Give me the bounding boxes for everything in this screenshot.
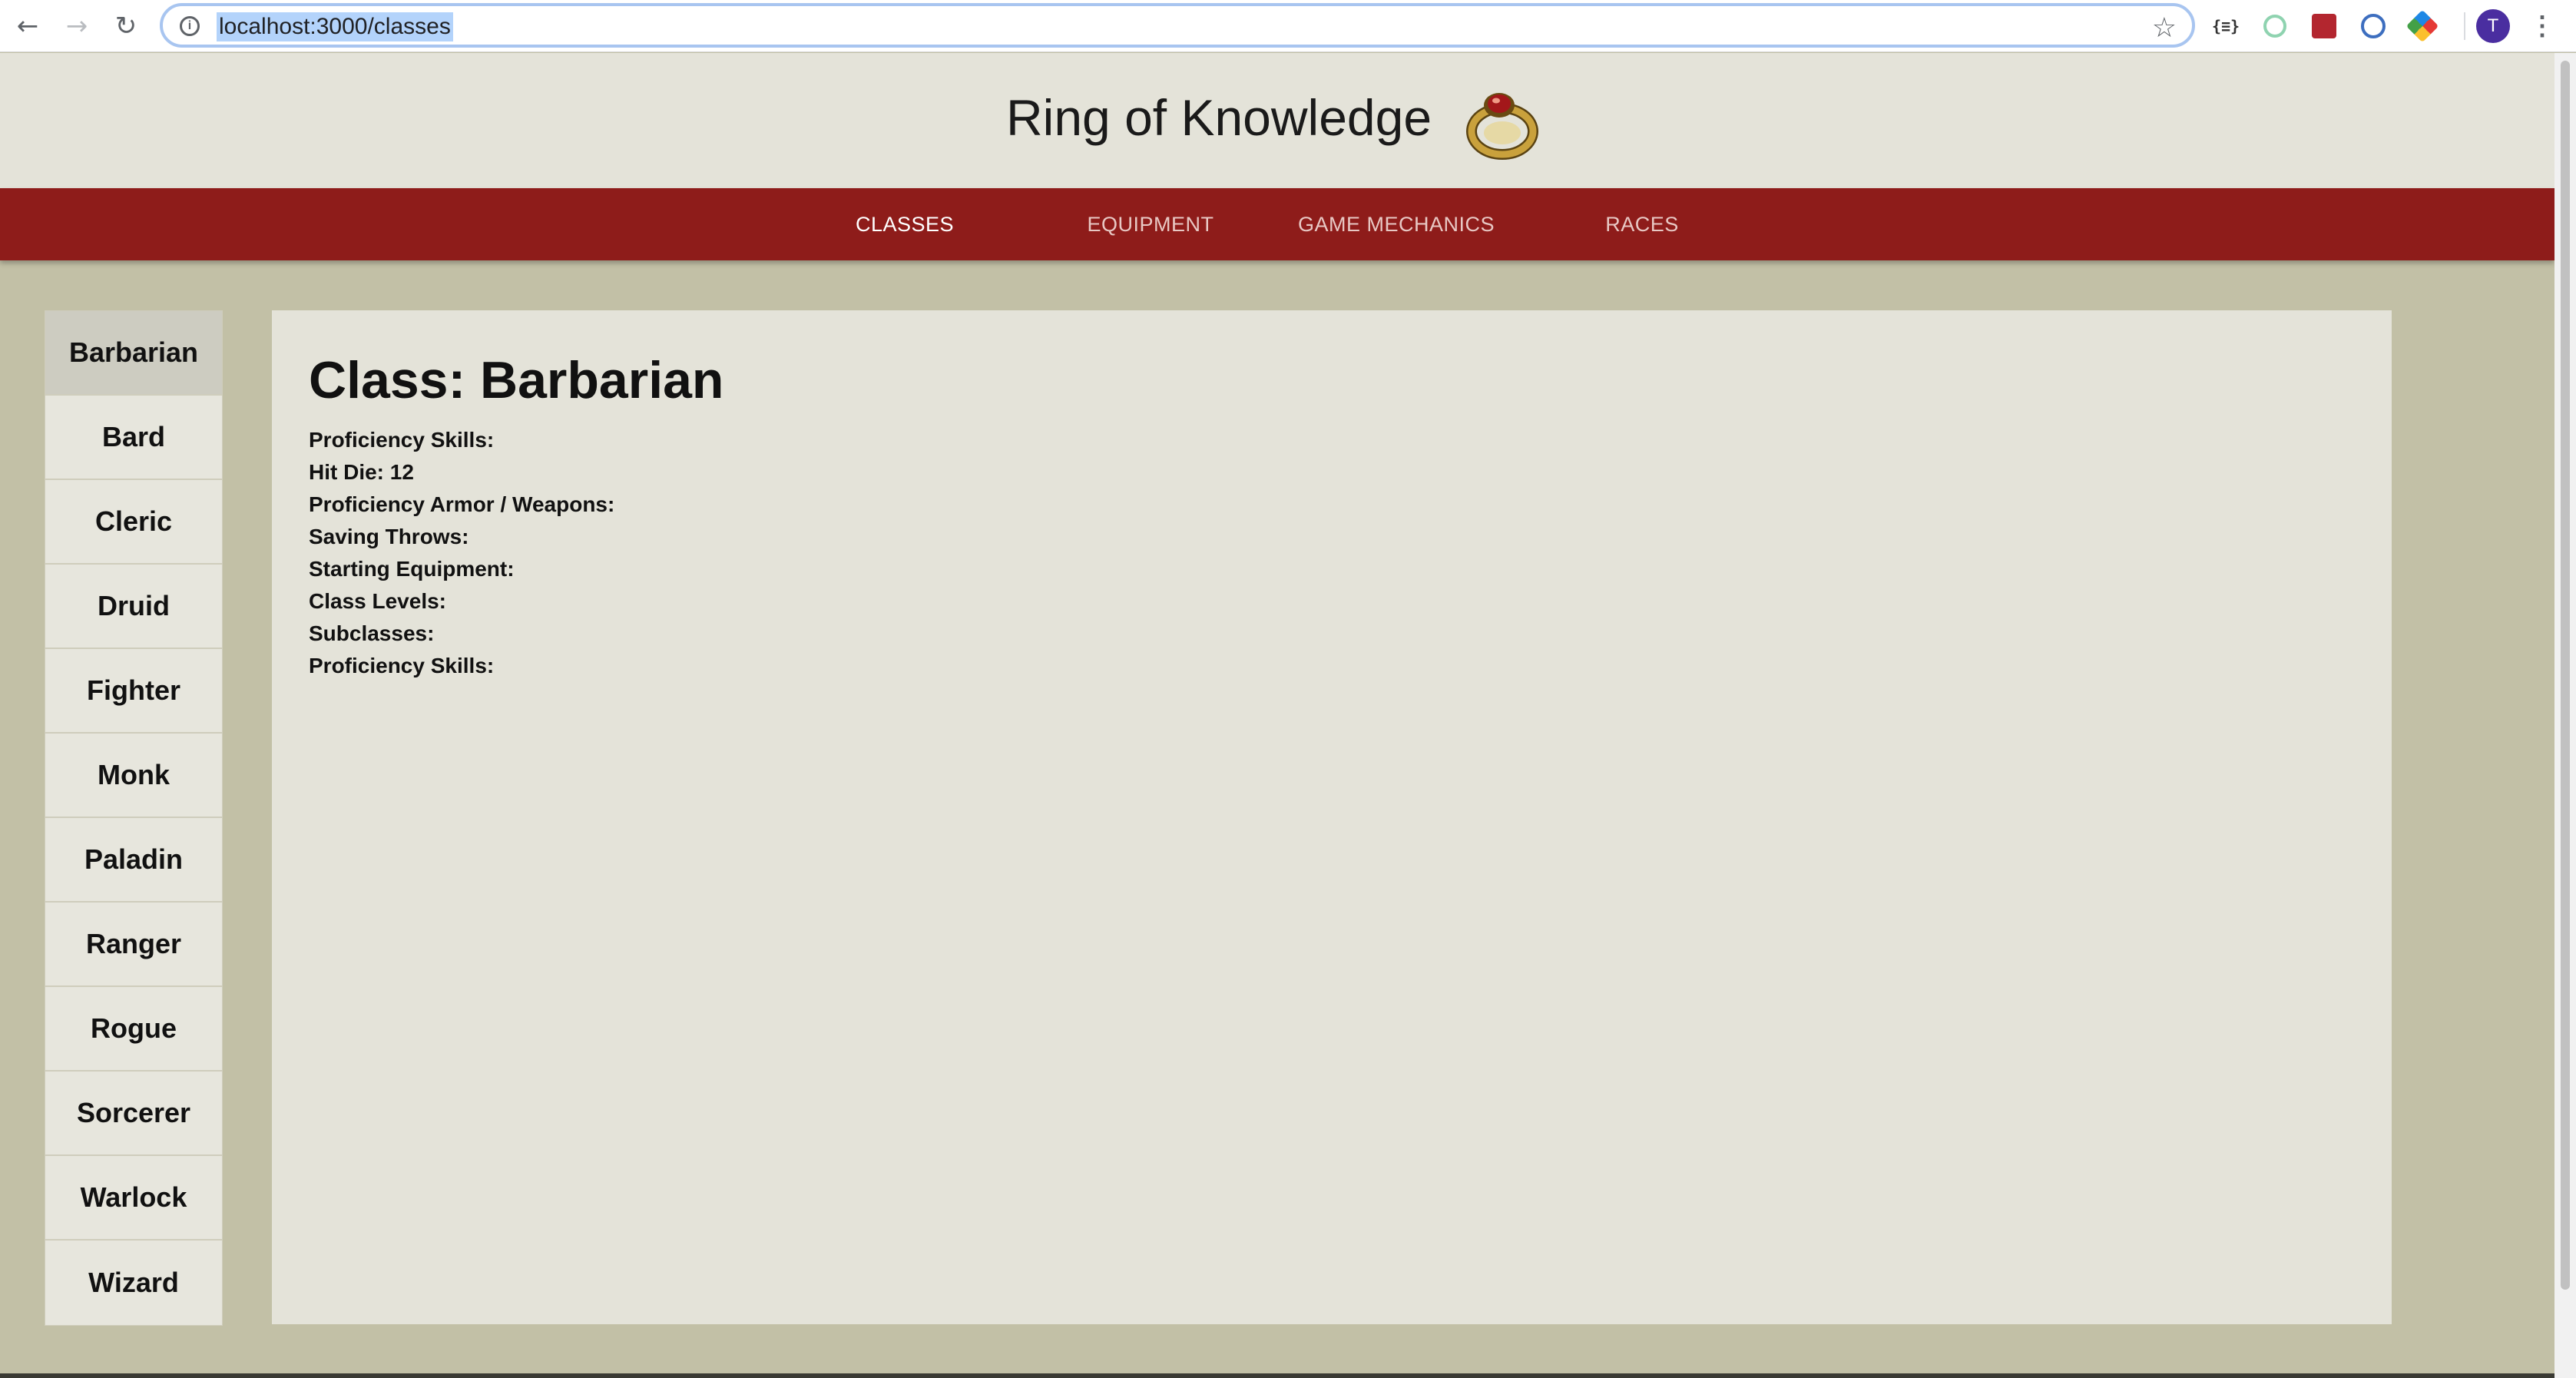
field-proficiency-skills: Proficiency Skills: bbox=[309, 428, 495, 452]
browser-toolbar: ← → ↻ i localhost:3000/classes ☆ {≡} T ⋮ bbox=[0, 0, 2576, 52]
page-scrollbar[interactable] bbox=[2554, 53, 2576, 1378]
class-heading: Class: Barbarian bbox=[309, 351, 724, 409]
sidebar-item-paladin[interactable]: Paladin bbox=[45, 818, 222, 903]
sidebar-item-fighter[interactable]: Fighter bbox=[45, 649, 222, 734]
url-text[interactable]: localhost:3000/classes bbox=[217, 12, 453, 41]
sidebar-item-cleric[interactable]: Cleric bbox=[45, 480, 222, 565]
json-extension-icon[interactable]: {≡} bbox=[2209, 9, 2243, 43]
nav-equipment[interactable]: EQUIPMENT bbox=[1028, 188, 1273, 260]
sidebar-item-wizard[interactable]: Wizard bbox=[45, 1241, 222, 1325]
page: Ring of Knowledge CLASSES EQUIPMENT GAME… bbox=[0, 53, 2554, 1378]
class-field-list: Proficiency Skills: Hit Die: 12 Proficie… bbox=[309, 424, 614, 682]
circle-extension-icon[interactable] bbox=[2258, 9, 2292, 43]
nav-game-mechanics[interactable]: GAME MECHANICS bbox=[1273, 188, 1519, 260]
field-hit-die: Hit Die: 12 bbox=[309, 460, 414, 484]
sidebar-item-sorcerer[interactable]: Sorcerer bbox=[45, 1072, 222, 1156]
footer-strip bbox=[0, 1373, 2554, 1378]
sidebar-item-barbarian[interactable]: Barbarian bbox=[45, 311, 222, 396]
sidebar-item-warlock[interactable]: Warlock bbox=[45, 1156, 222, 1241]
field-subclasses: Subclasses: bbox=[309, 621, 435, 645]
address-bar[interactable]: i localhost:3000/classes ☆ bbox=[160, 3, 2195, 48]
forward-icon[interactable]: → bbox=[58, 8, 95, 45]
color-picker-extension-icon[interactable] bbox=[2405, 9, 2439, 43]
nav-classes[interactable]: CLASSES bbox=[782, 188, 1028, 260]
field-saving-throws: Saving Throws: bbox=[309, 525, 469, 548]
main-nav: CLASSES EQUIPMENT GAME MECHANICS RACES bbox=[0, 188, 2554, 260]
scrollbar-thumb[interactable] bbox=[2561, 61, 2570, 1290]
sidebar-item-bard[interactable]: Bard bbox=[45, 396, 222, 480]
field-proficiency-armor-weapons: Proficiency Armor / Weapons: bbox=[309, 492, 615, 516]
reload-icon[interactable]: ↻ bbox=[108, 8, 144, 45]
back-icon[interactable]: ← bbox=[9, 8, 46, 45]
sidebar-item-ranger[interactable]: Ranger bbox=[45, 903, 222, 987]
ring-icon bbox=[1466, 93, 1538, 160]
sidebar-item-rogue[interactable]: Rogue bbox=[45, 987, 222, 1072]
field-class-levels: Class Levels: bbox=[309, 589, 446, 613]
toolbar-divider bbox=[2464, 12, 2465, 40]
sidebar-item-druid[interactable]: Druid bbox=[45, 565, 222, 649]
field-proficiency-skills-2: Proficiency Skills: bbox=[309, 654, 495, 677]
nav-races[interactable]: RACES bbox=[1519, 188, 1765, 260]
site-info-icon[interactable]: i bbox=[180, 16, 200, 36]
site-title: Ring of Knowledge bbox=[1006, 89, 1432, 146]
field-starting-equipment: Starting Equipment: bbox=[309, 557, 515, 581]
red-extension-icon[interactable] bbox=[2307, 9, 2341, 43]
class-sidebar: Barbarian Bard Cleric Druid Fighter Monk… bbox=[45, 310, 223, 1326]
class-detail-panel: Class: Barbarian Proficiency Skills: Hit… bbox=[272, 310, 2392, 1324]
sidebar-item-monk[interactable]: Monk bbox=[45, 734, 222, 818]
menu-dots-icon[interactable]: ⋮ bbox=[2527, 8, 2558, 45]
profile-avatar[interactable]: T bbox=[2476, 9, 2510, 43]
lock-extension-icon[interactable] bbox=[2356, 9, 2390, 43]
site-header: Ring of Knowledge bbox=[0, 53, 2554, 188]
bookmark-star-icon[interactable]: ☆ bbox=[2152, 12, 2177, 44]
